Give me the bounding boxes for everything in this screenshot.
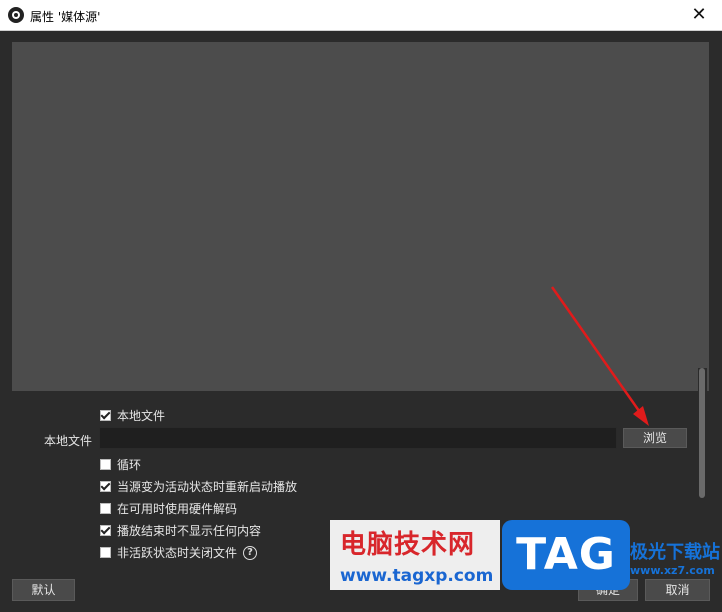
browse-button[interactable]: 浏览 <box>623 428 687 448</box>
ok-button[interactable]: 确定 <box>578 579 638 601</box>
local-file-input[interactable] <box>99 427 617 449</box>
option-restart-on-activate[interactable]: 当源变为活动状态时重新启动播放 <box>100 478 297 495</box>
loop-checkbox[interactable] <box>100 459 111 470</box>
restart-checkbox[interactable] <box>100 481 111 492</box>
option-hardware-decoding[interactable]: 在可用时使用硬件解码 <box>100 500 237 517</box>
scrollbar-thumb[interactable] <box>699 368 705 498</box>
title-bar: 属性 '媒体源' ✕ <box>0 0 722 31</box>
close-button[interactable]: ✕ <box>676 0 722 31</box>
properties-scrollbar[interactable] <box>698 368 707 534</box>
close-when-inactive-checkbox[interactable] <box>100 547 111 558</box>
window-title: 属性 '媒体源' <box>30 10 101 24</box>
properties-panel: 本地文件 本地文件 浏览 循环 当源变为活动状态时重新启动播放 在可用时使用硬件… <box>0 370 722 560</box>
loop-label: 循环 <box>117 458 142 472</box>
close-when-inactive-label: 非活跃状态时关闭文件 <box>117 546 238 560</box>
defaults-button[interactable]: 默认 <box>12 579 75 601</box>
hw-decoding-checkbox[interactable] <box>100 503 111 514</box>
restart-label: 当源变为活动状态时重新启动播放 <box>117 480 298 494</box>
local-file-checkbox-label: 本地文件 <box>117 409 166 423</box>
option-loop[interactable]: 循环 <box>100 456 141 473</box>
help-icon[interactable]: ? <box>243 545 258 560</box>
local-file-checkbox[interactable] <box>100 410 111 421</box>
option-close-when-inactive[interactable]: 非活跃状态时关闭文件 ? <box>100 544 258 561</box>
hide-when-ended-checkbox[interactable] <box>100 525 111 536</box>
local-file-checkbox-row[interactable]: 本地文件 <box>100 407 165 424</box>
cancel-button[interactable]: 取消 <box>645 579 710 601</box>
hw-decoding-label: 在可用时使用硬件解码 <box>117 502 238 516</box>
option-hide-when-ended[interactable]: 播放结束时不显示任何内容 <box>100 522 261 539</box>
local-file-label: 本地文件 <box>44 434 93 448</box>
obs-logo-icon <box>8 7 24 23</box>
media-preview <box>12 42 709 391</box>
hide-when-ended-label: 播放结束时不显示任何内容 <box>117 524 262 538</box>
